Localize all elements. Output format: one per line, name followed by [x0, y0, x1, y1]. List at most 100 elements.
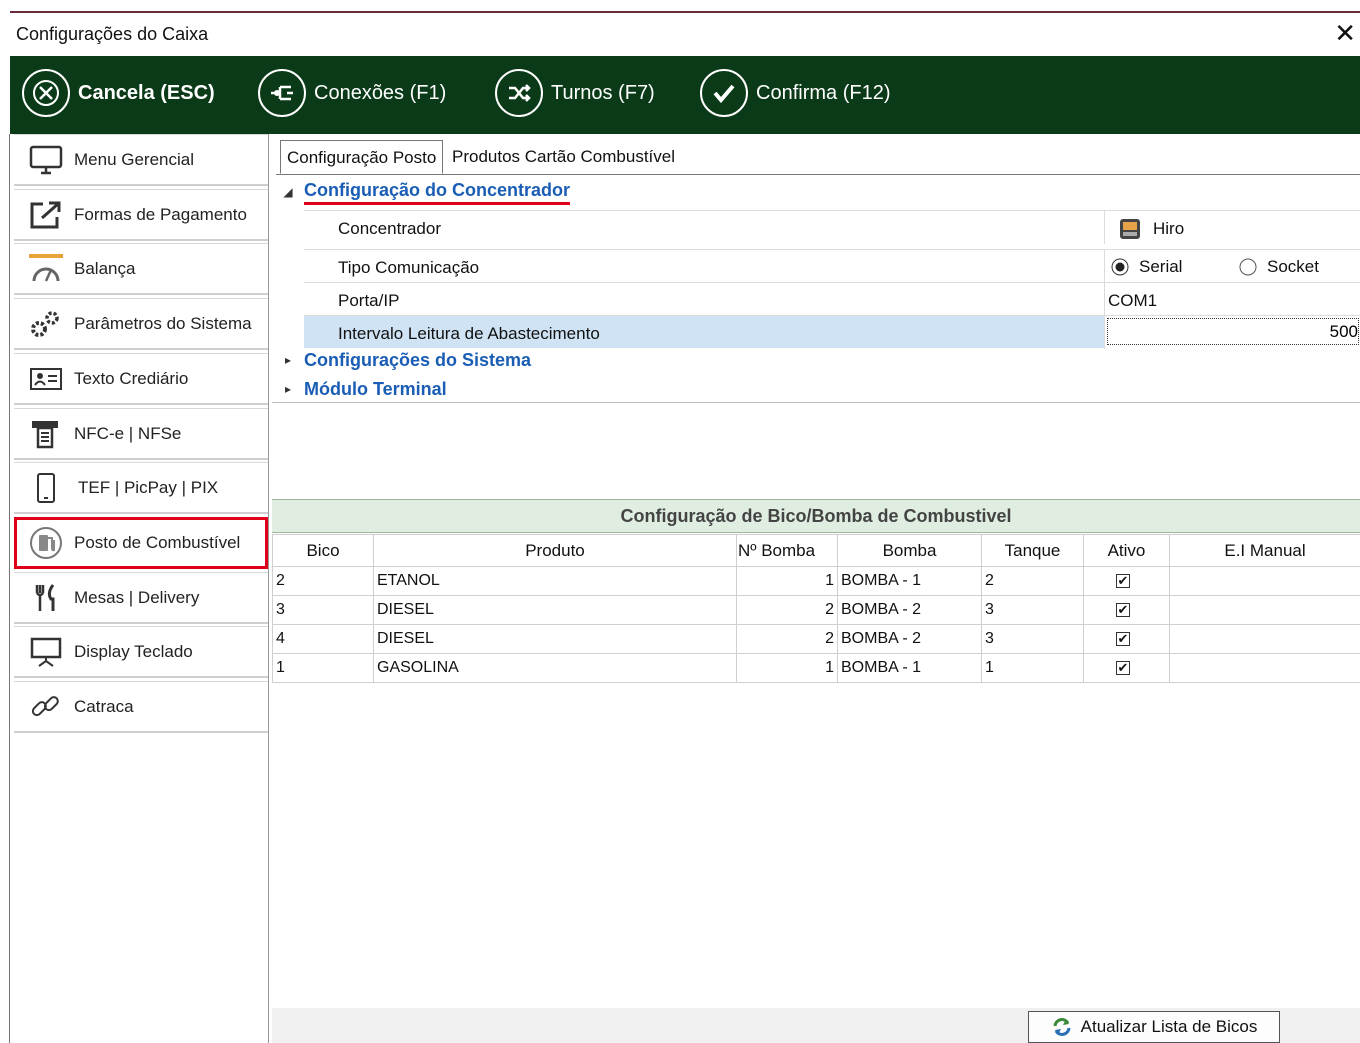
col-header-produto[interactable]: Produto: [373, 534, 737, 567]
shuffle-icon: [495, 69, 543, 117]
receipt-printer-icon: [26, 416, 66, 452]
table-row[interactable]: 2 ETANOL 1 BOMBA - 1 2 ✔: [272, 566, 1360, 596]
link-icon: [26, 689, 66, 725]
cell-bico: 2: [272, 566, 374, 596]
radio-socket-label: Socket: [1267, 257, 1319, 276]
table-row[interactable]: 3 DIESEL 2 BOMBA - 2 3 ✔: [272, 595, 1360, 625]
cancel-button[interactable]: Cancela (ESC): [22, 67, 215, 119]
cell-ei-manual: [1169, 595, 1360, 625]
prop-name: Intervalo Leitura de Abastecimento: [338, 324, 600, 343]
confirm-button[interactable]: Confirma (F12): [700, 67, 890, 119]
col-header-bomba[interactable]: Bomba: [837, 534, 982, 567]
sidebar-item-mesas[interactable]: Mesas | Delivery: [14, 572, 268, 624]
sidebar-item-texto-crediario[interactable]: Texto Crediário: [14, 353, 268, 405]
category-concentrador[interactable]: ◢ Configuração do Concentrador: [272, 178, 1360, 206]
cancel-label: Cancela (ESC): [78, 81, 215, 104]
prop-value[interactable]: Hiro: [1104, 211, 1360, 244]
sidebar-item-balanca[interactable]: Balança: [14, 243, 268, 295]
sidebar-label: Posto de Combustível: [74, 532, 241, 552]
refresh-bicos-button[interactable]: Atualizar Lista de Bicos: [1028, 1011, 1280, 1043]
display-icon: [26, 634, 66, 670]
confirm-check-icon: [700, 69, 748, 117]
sidebar-item-formas-pagamento[interactable]: Formas de Pagamento: [14, 189, 268, 241]
prop-row-concentrador[interactable]: Concentrador Hiro: [304, 210, 1360, 244]
sidebar-item-nfce[interactable]: NFC-e | NFSe: [14, 408, 268, 460]
prop-name: Tipo Comunicação: [338, 258, 480, 277]
category-label: Configurações do Sistema: [304, 349, 532, 370]
close-icon[interactable]: ✕: [1334, 18, 1356, 49]
cell-bico: 3: [272, 595, 374, 625]
checkbox-ativo[interactable]: ✔: [1116, 661, 1130, 675]
category-sistema[interactable]: ▸ Configurações do Sistema: [272, 346, 1360, 374]
checkbox-ativo[interactable]: ✔: [1116, 603, 1130, 617]
sidebar-item-parametros[interactable]: Parâmetros do Sistema: [14, 298, 268, 350]
intervalo-input[interactable]: [1107, 318, 1359, 345]
external-link-icon: [26, 197, 66, 233]
cell-ei-manual: [1169, 566, 1360, 596]
gears-icon: [26, 306, 66, 342]
shifts-button[interactable]: Turnos (F7): [495, 67, 655, 119]
prop-row-intervalo[interactable]: Intervalo Leitura de Abastecimento: [304, 315, 1360, 349]
prop-row-porta-ip[interactable]: Porta/IP COM1: [304, 282, 1360, 316]
cell-ativo[interactable]: ✔: [1083, 624, 1170, 654]
confirm-label: Confirma (F12): [756, 81, 891, 104]
cell-ativo[interactable]: ✔: [1083, 653, 1170, 683]
sidebar-label: Display Teclado: [74, 641, 193, 661]
sidebar-item-posto-combustivel[interactable]: Posto de Combustível: [14, 517, 268, 569]
col-header-num-bomba[interactable]: Nº Bomba: [736, 534, 838, 567]
tab-strip: Configuração Posto Produtos Cartão Combu…: [276, 140, 1360, 175]
cell-ativo[interactable]: ✔: [1083, 566, 1170, 596]
scale-gauge-icon: [26, 251, 66, 287]
cancel-icon: [22, 69, 70, 117]
col-header-bico[interactable]: Bico: [272, 534, 374, 567]
col-header-tanque[interactable]: Tanque: [981, 534, 1084, 567]
cell-bomba: BOMBA - 1: [837, 653, 982, 683]
tab-configuracao-posto[interactable]: Configuração Posto: [280, 140, 444, 174]
smartphone-icon: [26, 470, 66, 506]
cell-produto: DIESEL: [373, 595, 737, 625]
toolbar: Cancela (ESC) Conexões (F1) Turnos (F7) …: [10, 56, 1360, 134]
category-label: Módulo Terminal: [304, 378, 447, 399]
window-top-border: [0, 0, 1360, 14]
cell-produto: DIESEL: [373, 624, 737, 654]
cell-ativo[interactable]: ✔: [1083, 595, 1170, 625]
cell-produto: ETANOL: [373, 566, 737, 596]
expand-arrow-icon: ▸: [284, 353, 292, 367]
cell-tanque: 3: [981, 595, 1084, 625]
cell-tanque: 1: [981, 653, 1084, 683]
prop-value[interactable]: [1104, 316, 1360, 349]
table-row[interactable]: 4 DIESEL 2 BOMBA - 2 3 ✔: [272, 624, 1360, 654]
cell-bico: 1: [272, 653, 374, 683]
checkbox-ativo[interactable]: ✔: [1116, 574, 1130, 588]
sidebar-item-display[interactable]: Display Teclado: [14, 626, 268, 678]
sidebar-label: Texto Crediário: [74, 368, 189, 388]
prop-name: Porta/IP: [338, 291, 400, 310]
tab-produtos-cartao[interactable]: Produtos Cartão Combustível: [446, 140, 681, 174]
category-modulo-terminal[interactable]: ▸ Módulo Terminal: [272, 375, 1360, 403]
grid-title: Configuração de Bico/Bomba de Combustive…: [272, 499, 1360, 533]
radio-socket[interactable]: Socket: [1239, 257, 1319, 277]
bico-grid: Bico Produto Nº Bomba Bomba Tanque Ativo…: [272, 534, 1360, 683]
radio-serial-label: Serial: [1139, 257, 1183, 276]
fork-knife-icon: [26, 580, 66, 616]
table-row[interactable]: 1 GASOLINA 1 BOMBA - 1 1 ✔: [272, 653, 1360, 683]
prop-value[interactable]: COM1: [1104, 283, 1360, 316]
concentrador-value: Hiro: [1153, 219, 1185, 238]
sidebar-item-menu-gerencial[interactable]: Menu Gerencial: [14, 134, 268, 186]
title-bar: Configurações do Caixa ✕: [10, 14, 1360, 56]
window-title: Configurações do Caixa: [16, 24, 209, 44]
cell-num-bomba: 2: [736, 624, 838, 654]
collapse-arrow-icon: ◢: [283, 185, 293, 199]
sidebar-item-tef[interactable]: TEF | PicPay | PIX: [14, 462, 268, 514]
prop-value: Serial Socket: [1104, 250, 1360, 283]
sidebar-item-catraca[interactable]: Catraca: [14, 681, 268, 733]
cell-num-bomba: 2: [736, 595, 838, 625]
checkbox-ativo[interactable]: ✔: [1116, 632, 1130, 646]
col-header-ativo[interactable]: Ativo: [1083, 534, 1170, 567]
sidebar-label: Balança: [74, 258, 136, 278]
connections-icon: [258, 69, 306, 117]
sidebar-label: Parâmetros do Sistema: [74, 313, 252, 333]
radio-serial[interactable]: Serial: [1111, 257, 1182, 277]
col-header-ei-manual[interactable]: E.I Manual: [1169, 534, 1360, 567]
connections-button[interactable]: Conexões (F1): [258, 67, 446, 119]
